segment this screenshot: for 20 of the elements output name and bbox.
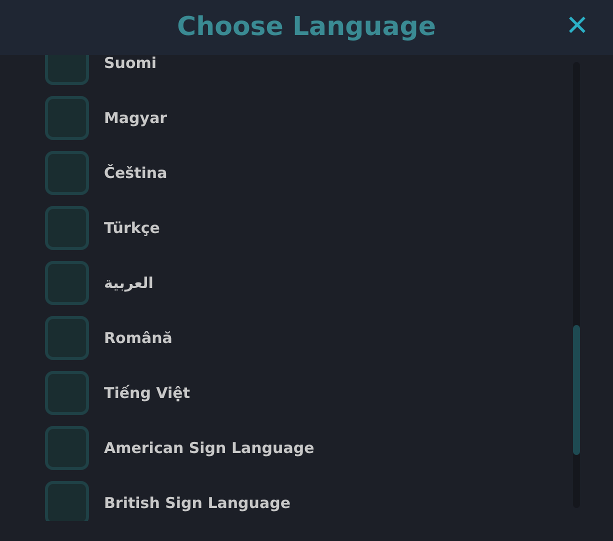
language-checkbox[interactable] (45, 206, 89, 250)
language-label[interactable]: Čeština (104, 162, 168, 182)
scrollbar-thumb[interactable] (573, 325, 580, 455)
language-checkbox[interactable] (45, 426, 89, 470)
language-label[interactable]: Română (104, 328, 172, 348)
language-checkbox[interactable] (45, 370, 89, 414)
close-button[interactable]: ✕ (566, 12, 589, 40)
language-checkbox[interactable] (45, 150, 89, 194)
language-label[interactable]: American Sign Language (104, 438, 314, 458)
language-label[interactable]: Türkçe (104, 218, 160, 238)
language-checkbox[interactable] (45, 96, 89, 140)
language-checkbox[interactable] (45, 480, 89, 521)
language-checkbox[interactable] (45, 260, 89, 304)
dialog-title: Choose Language (176, 11, 436, 44)
language-checkbox[interactable] (45, 316, 89, 360)
language-label[interactable]: Tiếng Việt (104, 382, 190, 402)
language-label[interactable]: British Sign Language (104, 492, 291, 512)
language-label[interactable]: Magyar (104, 108, 168, 128)
language-label[interactable]: Suomi (104, 55, 157, 72)
language-label[interactable]: العربية (104, 272, 154, 292)
